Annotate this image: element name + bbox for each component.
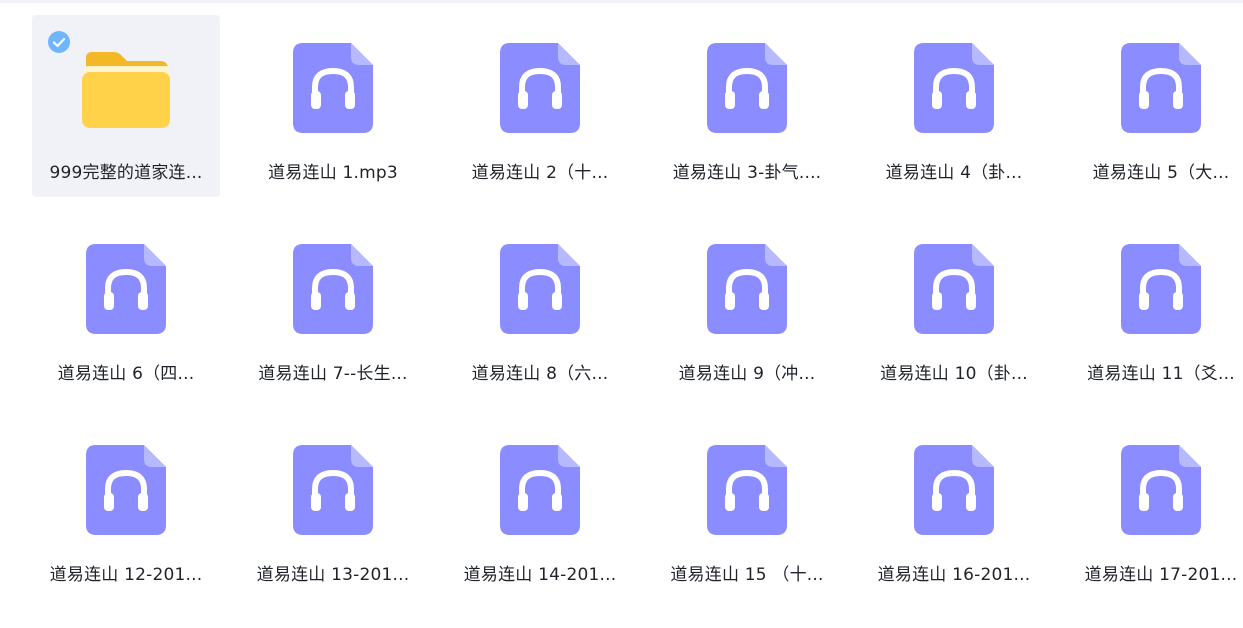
file-name-label: 道易连山 5（大...	[1092, 163, 1230, 183]
headphones-audio-file-icon	[500, 244, 580, 334]
file-name-label: 道易连山 14-201...	[463, 565, 617, 585]
headphones-audio-file-icon	[1121, 445, 1201, 535]
selected-check-icon[interactable]	[48, 31, 70, 53]
file-name-label: 道易连山 17-201...	[1084, 565, 1238, 585]
file-name-label: 道易连山 15 （十...	[670, 565, 824, 585]
audio-file-item[interactable]: 道易连山 15 （十...	[653, 417, 841, 599]
folder-item[interactable]: 999完整的道家连...	[32, 15, 220, 197]
audio-file-item[interactable]: 道易连山 6（四...	[32, 216, 220, 398]
headphones-audio-file-icon	[293, 43, 373, 133]
audio-file-item[interactable]: 道易连山 9（冲...	[653, 216, 841, 398]
file-name-label: 道易连山 13-201...	[256, 565, 410, 585]
file-name-label: 道易连山 2（十...	[471, 163, 609, 183]
file-name-label: 道易连山 11（爻...	[1087, 364, 1235, 384]
headphones-audio-file-icon	[914, 244, 994, 334]
file-name-label: 道易连山 6（四...	[57, 364, 195, 384]
audio-file-item[interactable]: 道易连山 17-201...	[1067, 417, 1243, 599]
top-divider	[0, 0, 1243, 3]
headphones-audio-file-icon	[707, 445, 787, 535]
file-name-label: 道易连山 3-卦气....	[672, 163, 822, 183]
audio-file-item[interactable]: 道易连山 7--长生...	[239, 216, 427, 398]
audio-file-item[interactable]: 道易连山 2（十...	[446, 15, 634, 197]
headphones-audio-file-icon	[500, 445, 580, 535]
audio-file-item[interactable]: 道易连山 13-201...	[239, 417, 427, 599]
headphones-audio-file-icon	[914, 445, 994, 535]
file-name-label: 道易连山 9（冲...	[678, 364, 816, 384]
headphones-audio-file-icon	[707, 43, 787, 133]
headphones-audio-file-icon	[86, 244, 166, 334]
headphones-audio-file-icon	[293, 445, 373, 535]
headphones-audio-file-icon	[293, 244, 373, 334]
headphones-audio-file-icon	[707, 244, 787, 334]
audio-file-item[interactable]: 道易连山 16-201...	[860, 417, 1048, 599]
audio-file-item[interactable]: 道易连山 4（卦...	[860, 15, 1048, 197]
file-name-label: 道易连山 8（六...	[471, 364, 609, 384]
file-name-label: 道易连山 4（卦...	[885, 163, 1023, 183]
file-name-label: 999完整的道家连...	[49, 163, 203, 183]
audio-file-item[interactable]: 道易连山 14-201...	[446, 417, 634, 599]
headphones-audio-file-icon	[1121, 43, 1201, 133]
file-name-label: 道易连山 7--长生...	[258, 364, 408, 384]
audio-file-item[interactable]: 道易连山 5（大...	[1067, 15, 1243, 197]
headphones-audio-file-icon	[500, 43, 580, 133]
audio-file-item[interactable]: 道易连山 3-卦气....	[653, 15, 841, 197]
file-name-label: 道易连山 12-201...	[49, 565, 203, 585]
folder-icon	[80, 48, 172, 130]
headphones-audio-file-icon	[1121, 244, 1201, 334]
headphones-audio-file-icon	[86, 445, 166, 535]
audio-file-item[interactable]: 道易连山 11（爻...	[1067, 216, 1243, 398]
audio-file-item[interactable]: 道易连山 8（六...	[446, 216, 634, 398]
file-name-label: 道易连山 10（卦...	[880, 364, 1028, 384]
file-grid: 999完整的道家连... 道易连山 1.mp3 道易连山 2（十... 道易连山…	[32, 15, 1243, 625]
audio-file-item[interactable]: 道易连山 10（卦...	[860, 216, 1048, 398]
audio-file-item[interactable]: 道易连山 12-201...	[32, 417, 220, 599]
file-name-label: 道易连山 1.mp3	[268, 163, 398, 183]
file-name-label: 道易连山 16-201...	[877, 565, 1031, 585]
audio-file-item[interactable]: 道易连山 1.mp3	[239, 15, 427, 197]
headphones-audio-file-icon	[914, 43, 994, 133]
